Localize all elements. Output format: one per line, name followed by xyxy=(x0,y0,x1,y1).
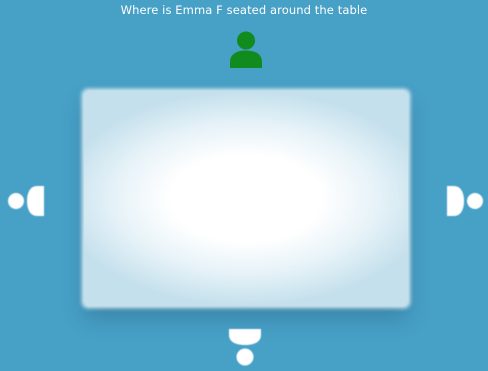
seat-right[interactable] xyxy=(445,185,485,217)
seat-left[interactable] xyxy=(6,185,46,217)
person-icon xyxy=(230,31,262,68)
empty-seat-icon xyxy=(447,186,483,216)
empty-seat-icon xyxy=(229,329,261,366)
seat-bottom[interactable] xyxy=(227,327,263,367)
seat-top[interactable] xyxy=(229,31,263,68)
question-text: Where is Emma F seated around the table xyxy=(120,3,368,17)
empty-seat-icon xyxy=(8,186,44,216)
table xyxy=(84,91,408,306)
